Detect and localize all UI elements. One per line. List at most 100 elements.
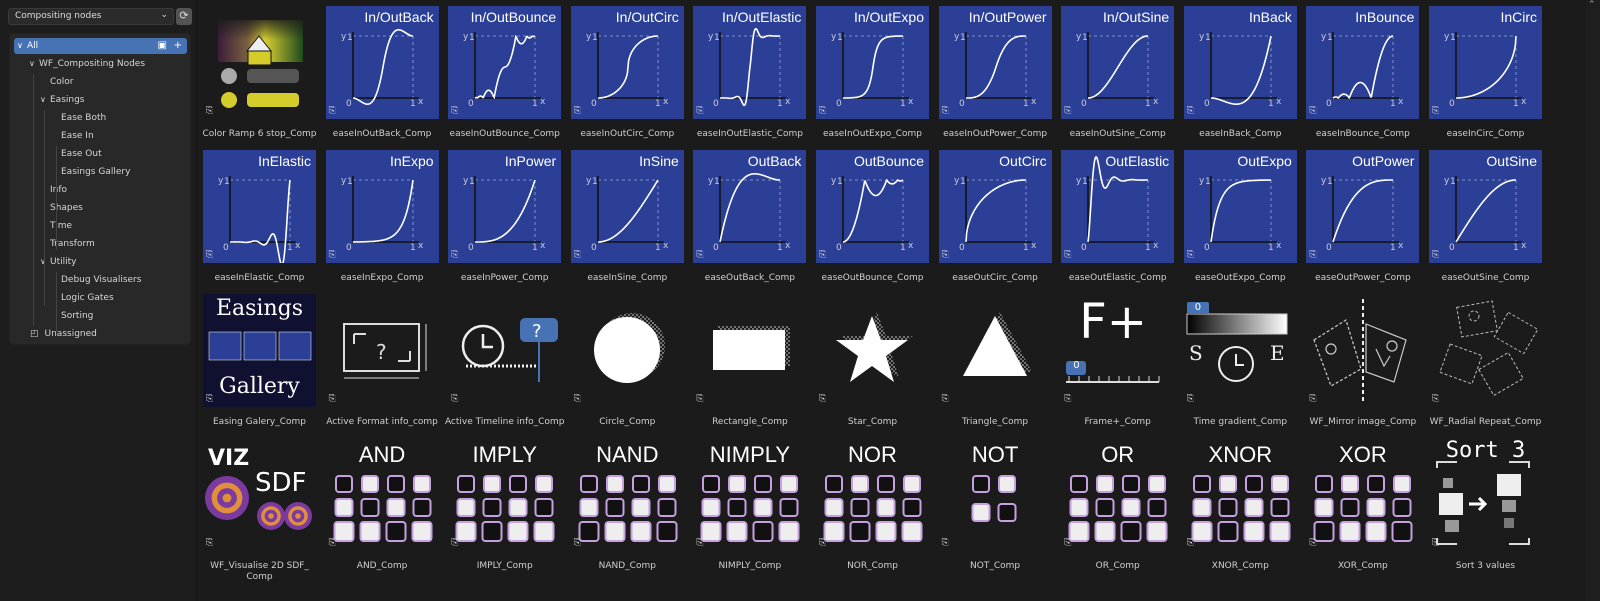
asset-thumbnail: y 1 0 1 x InBounce ⎘ [1306, 6, 1420, 119]
asset-thumbnail: y 1 0 1 x OutPower ⎘ [1306, 150, 1420, 263]
node-group-icon: ⎘ [819, 250, 827, 260]
thumbnail-title: AND [358, 442, 406, 467]
svg-text:x: x [418, 97, 424, 107]
svg-text:1: 1 [1390, 99, 1396, 109]
tree-item[interactable]: Sorting [51, 308, 93, 324]
tree-item[interactable]: ∨ Easings [40, 92, 85, 108]
node-group-icon: ⎘ [696, 394, 704, 404]
node-group-icon: ⎘ [1309, 394, 1317, 404]
node-group-icon: ⎘ [696, 538, 704, 548]
asset-name: easeOutElastic_Comp [1068, 273, 1167, 283]
tree-item[interactable]: Ease Both [51, 110, 106, 126]
svg-text:1: 1 [347, 177, 353, 187]
node-group-icon: ⎘ [1309, 538, 1317, 548]
tree-item[interactable]: Color [40, 74, 74, 90]
asset-thumbnail: Easings Gallery ⎘ [203, 294, 316, 407]
asset-thumbnail: y 1 0 1 x OutBounce ⎘ [816, 150, 929, 263]
svg-text:0: 0 [591, 243, 597, 253]
node-group-icon: ⎘ [819, 106, 827, 116]
node-group-icon: ⎘ [206, 106, 214, 116]
tree-item-label: Unassigned [44, 329, 97, 339]
asset-thumbnail: S E 0 ⎘ [1184, 294, 1297, 407]
tree-guide [56, 272, 57, 332]
asset-name: OR_Comp [1095, 561, 1140, 571]
node-group-icon: ⎘ [941, 394, 949, 404]
tree-item-all[interactable]: ∨ All ▣ + [14, 38, 187, 54]
tree-item[interactable]: Transform [40, 236, 95, 252]
easing-curve [843, 35, 903, 99]
asset-name: easeOutSine_Comp [1441, 273, 1530, 283]
svg-text:1: 1 [532, 243, 538, 253]
node-group-icon: ⎘ [328, 250, 336, 260]
asset-name: Frame+_Comp [1084, 417, 1151, 427]
tree-item[interactable]: Easings Gallery [51, 164, 130, 180]
tree-item[interactable]: ∨ Utility [40, 254, 76, 270]
asset-thumbnail: y 1 0 1 x In/OutBounce ⎘ [448, 6, 562, 119]
svg-text:1: 1 [655, 99, 661, 109]
tree-item[interactable]: ∨ WF_Compositing Nodes [29, 56, 145, 72]
thumbnail-title: Sort 3 [1445, 438, 1526, 463]
svg-text:1: 1 [532, 99, 538, 109]
asset-thumbnail: NAND ⎘ [571, 438, 684, 551]
asset-name: easeInBack_Comp [1199, 129, 1282, 139]
svg-text:1: 1 [469, 33, 475, 43]
tree-item[interactable]: Logic Gates [51, 290, 114, 306]
asset-name: easeOutPower_Comp [1315, 273, 1411, 283]
asset-thumbnail: ⎘ [816, 294, 929, 407]
node-group-icon: ⎘ [696, 250, 704, 260]
asset-name: NAND_Comp [598, 561, 656, 571]
chevron-up-icon[interactable]: ⌃ [1588, 0, 1596, 10]
asset-thumbnail: y 1 0 1 x In/OutPower ⎘ [938, 6, 1052, 119]
asset-name: easeInCirc_Comp [1446, 129, 1525, 139]
easing-curve [474, 34, 536, 100]
easing-curve [1332, 179, 1394, 243]
library-selector[interactable]: Compositing nodes ⌄ [8, 8, 174, 25]
asset-thumbnail: ⎘ [1306, 294, 1419, 407]
tree-item[interactable]: Shapes [40, 200, 83, 216]
asset-name: Sort 3 values [1455, 561, 1516, 571]
thumbnail-title: F+ [1079, 294, 1148, 350]
sidebar: Compositing nodes ⌄ ⟳ ∨ All ▣ + ∨ WF_Composit… [0, 0, 197, 601]
tree-item-label: Easings [50, 95, 85, 105]
svg-text:1: 1 [777, 99, 783, 109]
node-group-icon: ⎘ [573, 394, 581, 404]
svg-text:S: S [1189, 341, 1203, 365]
thumbnail-title: InSine [639, 153, 679, 169]
svg-text:x: x [1153, 97, 1159, 107]
asset-thumbnail: y 1 0 1 x InExpo ⎘ [325, 150, 439, 263]
asset-thumbnail: XOR ⎘ [1306, 438, 1419, 551]
asset-thumbnail: AND ⎘ [326, 438, 439, 551]
svg-text:0: 0 [591, 99, 597, 109]
svg-text:1: 1 [1268, 243, 1274, 253]
asset-name: easeInElastic_Comp [214, 273, 305, 283]
node-group-icon: ⎘ [819, 394, 827, 404]
thumbnail-title: In/OutBounce [470, 9, 557, 25]
refresh-icon[interactable]: ⟳ [176, 8, 192, 25]
svg-text:0: 0 [223, 243, 229, 253]
svg-text:x: x [908, 241, 914, 251]
node-group-icon: ⎘ [1064, 250, 1072, 260]
svg-text:1: 1 [1205, 177, 1211, 187]
tree-item[interactable]: Ease In [51, 128, 94, 144]
svg-text:1: 1 [960, 33, 966, 43]
tree-item-label: Sorting [61, 311, 94, 321]
asset-thumbnail: ? ⎘ [326, 294, 439, 407]
tree-item-label: Shapes [50, 203, 83, 213]
svg-text:x: x [1031, 97, 1037, 107]
asset-name: Active Format info_comp [326, 417, 438, 427]
asset-thumbnail: y 1 0 1 x OutExpo ⎘ [1183, 150, 1297, 263]
svg-text:x: x [1398, 241, 1404, 251]
tree-item[interactable]: Debug Visualisers [51, 272, 141, 288]
svg-text:0: 0 [1204, 99, 1210, 109]
tree-item[interactable]: Ease Out [51, 146, 102, 162]
tree-item-label: WF_Compositing Nodes [39, 59, 146, 69]
add-icon[interactable]: + [174, 38, 182, 54]
tree-item-unassigned[interactable]: ◰ Unassigned [30, 326, 97, 342]
easing-curve [843, 178, 904, 243]
svg-text:1: 1 [1327, 177, 1333, 187]
scrollbar[interactable]: ⌃ [1586, 0, 1600, 601]
svg-text:1: 1 [777, 243, 783, 253]
save-icon[interactable]: ▣ [158, 38, 167, 54]
thumbnail-title: InBounce [1355, 9, 1415, 25]
thumbnail-title: NIMPLY [709, 442, 791, 467]
